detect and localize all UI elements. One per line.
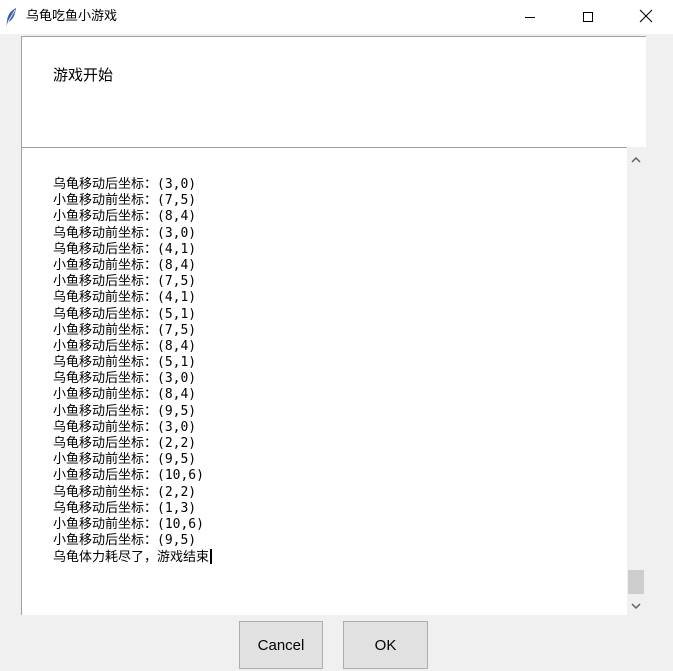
ok-button[interactable]: OK bbox=[343, 621, 428, 669]
log-line: 小鱼移动前坐标：(10,6) bbox=[53, 516, 204, 532]
scroll-up-button[interactable] bbox=[627, 147, 645, 167]
scroll-thumb[interactable] bbox=[628, 570, 644, 594]
log-line: 小鱼移动前坐标：(9,5) bbox=[53, 452, 197, 468]
log-line: 乌龟移动后坐标：(2,2) bbox=[53, 436, 197, 451]
log-line: 小鱼移动前坐标：(7,5) bbox=[53, 322, 197, 338]
game-start-label: 游戏开始 bbox=[53, 66, 114, 84]
maximize-icon bbox=[582, 8, 594, 27]
log-line: 小鱼移动后坐标：(8,4) bbox=[53, 209, 197, 225]
log-line: 乌龟移动前坐标：(2,2) bbox=[53, 484, 197, 500]
cancel-button[interactable]: Cancel bbox=[239, 621, 323, 669]
window-title: 乌龟吃鱼小游戏 bbox=[26, 9, 118, 24]
log-line: 小鱼移动后坐标：(9,5) bbox=[53, 403, 197, 419]
log-line: 乌龟移动后坐标：(3,0) bbox=[53, 177, 197, 192]
log-line: 乌龟移动后坐标：(4,1) bbox=[53, 241, 197, 257]
game-over-message: 乌龟体力耗尽了，游戏结束 bbox=[53, 550, 210, 566]
log-line: 小鱼移动前坐标：(7,5) bbox=[53, 193, 197, 209]
log-text-area[interactable]: 乌龟移动后坐标：(3,0) 小鱼移动前坐标：(7,5) 小鱼移动后坐标：(8,4) 乌… bbox=[21, 147, 627, 615]
feather-icon bbox=[4, 7, 18, 27]
close-icon bbox=[639, 8, 653, 27]
minimize-button[interactable] bbox=[507, 0, 553, 34]
log-line: 乌龟移动后坐标：(3,0) bbox=[53, 371, 197, 387]
app-window: 乌龟吃鱼小游戏 游戏开始 乌龟移动后坐标：(3,0) 小鱼移动前坐标：(7,5)… bbox=[0, 0, 673, 671]
chevron-down-icon bbox=[631, 595, 641, 614]
log-line: 乌龟移动前坐标：(5,1) bbox=[53, 355, 197, 371]
log-line: 小鱼移动后坐标：(9,5) bbox=[53, 533, 197, 549]
log-line: 乌龟移动后坐标：(5,1) bbox=[53, 306, 197, 322]
log-line: 乌龟移动后坐标：(1,3) bbox=[53, 500, 197, 516]
log-line: 小鱼移动后坐标：(10,6) bbox=[53, 468, 204, 484]
scroll-down-button[interactable] bbox=[627, 594, 645, 614]
log-list: 乌龟移动后坐标：(3,0) 小鱼移动前坐标：(7,5) 小鱼移动后坐标：(8,4) 乌… bbox=[53, 177, 213, 566]
message-panel: 游戏开始 bbox=[21, 36, 646, 148]
log-line: 乌龟移动前坐标：(3,0) bbox=[53, 225, 197, 241]
log-line: 小鱼移动后坐标：(7,5) bbox=[53, 274, 197, 290]
log-line: 小鱼移动前坐标：(8,4) bbox=[53, 387, 197, 403]
chevron-up-icon bbox=[631, 148, 641, 167]
log-line: 小鱼移动后坐标：(8,4) bbox=[53, 338, 197, 354]
vertical-scrollbar[interactable] bbox=[627, 147, 645, 614]
text-caret bbox=[210, 549, 213, 565]
minimize-icon bbox=[524, 8, 536, 27]
title-bar[interactable]: 乌龟吃鱼小游戏 bbox=[0, 0, 673, 34]
maximize-button[interactable] bbox=[565, 0, 611, 34]
close-button[interactable] bbox=[623, 0, 669, 34]
log-line: 乌龟移动前坐标：(4,1) bbox=[53, 290, 197, 306]
log-line: 小鱼移动前坐标：(8,4) bbox=[53, 257, 197, 273]
log-end-line: 乌龟体力耗尽了，游戏结束 bbox=[53, 549, 213, 566]
log-line: 乌龟移动前坐标：(3,0) bbox=[53, 419, 197, 435]
